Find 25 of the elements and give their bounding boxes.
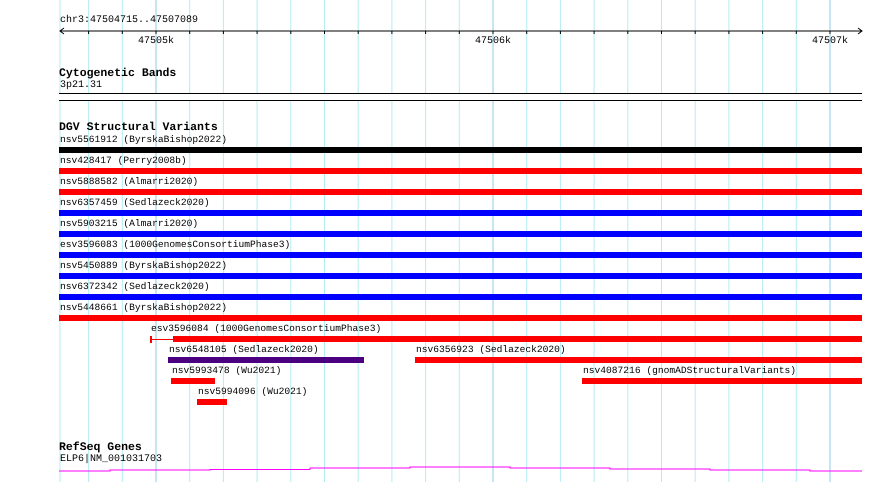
- variant-label: nsv428417 (Perry2008b): [60, 155, 187, 166]
- variant-label: nsv5888582 (Almarri2020): [60, 176, 198, 187]
- variant-label: nsv5994096 (Wu2021): [198, 386, 308, 397]
- variant-connector: [150, 336, 173, 343]
- variant-label: nsv5450889 (ByrskaBishop2022): [60, 260, 227, 271]
- track-title: RefSeq Genes: [59, 441, 142, 454]
- tick-label: 47507k: [812, 36, 848, 47]
- variant-label: nsv6357459 (Sedlazeck2020): [60, 197, 210, 208]
- variant-label: nsv6356923 (Sedlazeck2020): [416, 344, 566, 355]
- transcript-label: ELP6|NM_001031703: [60, 454, 162, 465]
- variant-label: nsv5448661 (ByrskaBishop2022): [60, 302, 227, 313]
- tick-label: 47505k: [138, 36, 174, 47]
- locus-label: chr3:47504715..47507089: [60, 15, 198, 26]
- variant-label: nsv5561912 (ByrskaBishop2022): [60, 134, 227, 145]
- band-label: 3p21.31: [60, 80, 102, 91]
- tick-label: 47506k: [475, 36, 511, 47]
- variant-label: nsv4087216 (gnomADStructuralVariants): [583, 365, 796, 376]
- track-title: DGV Structural Variants: [59, 121, 218, 134]
- variant-label: esv3596084 (1000GenomesConsortiumPhase3): [151, 323, 382, 334]
- track-title: Cytogenetic Bands: [59, 67, 176, 80]
- variant-label: nsv5993478 (Wu2021): [172, 365, 282, 376]
- variant-label: nsv6548105 (Sedlazeck2020): [169, 344, 319, 355]
- variant-label: esv3596083 (1000GenomesConsortiumPhase3): [60, 239, 290, 250]
- variant-label: nsv5903215 (Almarri2020): [60, 218, 198, 229]
- variant-label: nsv6372342 (Sedlazeck2020): [60, 281, 210, 292]
